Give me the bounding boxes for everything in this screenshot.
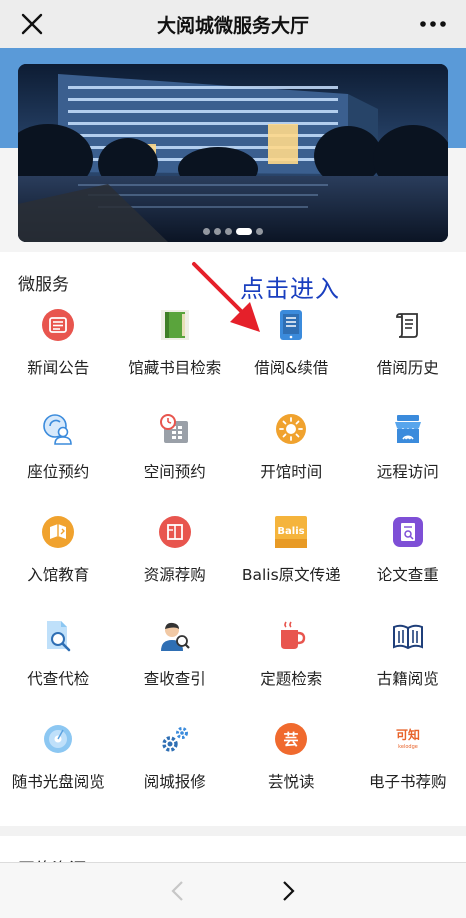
- paper-check-icon: [392, 517, 423, 547]
- service-paper-check[interactable]: 论文查重: [350, 507, 466, 611]
- book-icon: [160, 310, 189, 340]
- service-balis-delivery[interactable]: Balis Balis原文传递: [233, 507, 350, 611]
- service-label: 开馆时间: [260, 462, 323, 481]
- close-icon[interactable]: [18, 10, 46, 38]
- top-navigation-bar: 大阅城微服务大厅: [0, 0, 466, 48]
- storefront-icon: [394, 414, 421, 443]
- svg-text:kelodge: kelodge: [398, 744, 418, 750]
- tablet-icon: [280, 310, 303, 340]
- service-label: 古籍阅览: [376, 669, 439, 688]
- balis-logo-icon: Balis: [275, 516, 308, 548]
- service-resource-recommend[interactable]: 资源荐购: [117, 507, 234, 611]
- forward-arrow-icon[interactable]: [276, 879, 300, 903]
- service-label: 定题检索: [260, 669, 323, 688]
- page-title: 大阅城微服务大厅: [156, 14, 309, 37]
- service-label: 远程访问: [376, 462, 439, 481]
- person-search-icon: [160, 622, 190, 651]
- banner-carousel[interactable]: [18, 64, 448, 242]
- kezhi-logo-icon: 可知 kelodge: [396, 727, 420, 750]
- service-topic-search[interactable]: 定题检索: [233, 611, 350, 715]
- carousel-dot[interactable]: [203, 228, 210, 235]
- service-label: 空间预约: [143, 462, 206, 481]
- service-catalog-search[interactable]: 馆藏书目检索: [117, 300, 234, 404]
- more-options-icon[interactable]: [416, 12, 450, 36]
- service-space-booking[interactable]: 空间预约: [117, 404, 234, 508]
- disc-icon: [44, 725, 73, 753]
- calendar-clock-icon: [159, 413, 188, 443]
- micro-services-panel: 微服务 点击进入 新闻公告 馆藏书目检索 借阅&续借 借阅历史 座位预约 空间预…: [0, 252, 466, 826]
- service-label: 阅城报修: [143, 773, 206, 791]
- service-label: 代查代检: [27, 669, 90, 688]
- cup-icon: [281, 621, 306, 649]
- service-label: 资源荐购: [143, 566, 206, 584]
- education-icon: [42, 516, 75, 548]
- svg-text:可知: 可知: [396, 727, 420, 742]
- service-proxy-search[interactable]: 代查代检: [0, 611, 117, 715]
- service-label: 馆藏书目检索: [128, 359, 222, 377]
- service-disc-reading[interactable]: 随书光盘阅览: [0, 714, 117, 818]
- service-label: 论文查重: [376, 566, 439, 584]
- service-opening-hours[interactable]: 开馆时间: [233, 404, 350, 508]
- service-label: 查收查引: [143, 669, 206, 688]
- svg-text:芸: 芸: [284, 731, 299, 749]
- sun-icon: [276, 413, 307, 444]
- services-grid: 新闻公告 馆藏书目检索 借阅&续借 借阅历史 座位预约 空间预约 开馆时间 远程…: [0, 300, 466, 818]
- click-hint-text: 点击进入: [240, 275, 340, 303]
- service-label: 借阅历史: [376, 359, 439, 377]
- recommend-book-icon: [158, 516, 191, 548]
- carousel-dot[interactable]: [236, 228, 252, 235]
- document-search-icon: [47, 620, 71, 651]
- service-borrow-renew[interactable]: 借阅&续借: [233, 300, 350, 404]
- gears-icon: [162, 727, 188, 752]
- back-arrow-icon[interactable]: [166, 879, 190, 903]
- service-label: 随书光盘阅览: [11, 773, 105, 791]
- service-ancient-books[interactable]: 古籍阅览: [350, 611, 466, 715]
- scroll-icon: [395, 313, 418, 338]
- carousel-dot[interactable]: [214, 228, 221, 235]
- service-ebook-recommend[interactable]: 可知 kelodge 电子书荐购: [350, 714, 466, 818]
- open-book-icon: [392, 624, 423, 649]
- service-seat-booking[interactable]: 座位预约: [0, 404, 117, 508]
- bottom-toolbar: [0, 862, 466, 918]
- service-label: 借阅&续借: [254, 359, 329, 377]
- service-label: 新闻公告: [27, 359, 90, 377]
- service-label: 电子书荐购: [368, 773, 447, 791]
- service-label: 芸悦读: [267, 773, 315, 791]
- service-label: Balis原文传递: [241, 566, 341, 584]
- service-library-education[interactable]: 入馆教育: [0, 507, 117, 611]
- service-label: 入馆教育: [27, 566, 90, 584]
- service-label: 座位预约: [27, 462, 90, 481]
- service-citation-search[interactable]: 查收查引: [117, 611, 234, 715]
- carousel-indicator: [18, 228, 448, 235]
- service-news[interactable]: 新闻公告: [0, 300, 117, 404]
- yun-logo-icon: 芸: [275, 723, 308, 755]
- library-building-photo: [18, 64, 448, 242]
- newspaper-icon: [42, 309, 75, 341]
- service-borrow-history[interactable]: 借阅历史: [350, 300, 466, 404]
- carousel-dot[interactable]: [256, 228, 263, 235]
- service-repair-report[interactable]: 阅城报修: [117, 714, 234, 818]
- service-yun-reading[interactable]: 芸 芸悦读: [233, 714, 350, 818]
- service-remote-access[interactable]: 远程访问: [350, 404, 466, 508]
- section-title: 微服务: [18, 275, 69, 295]
- seat-user-icon: [43, 413, 73, 445]
- carousel-dot[interactable]: [225, 228, 232, 235]
- svg-text:Balis: Balis: [278, 526, 305, 537]
